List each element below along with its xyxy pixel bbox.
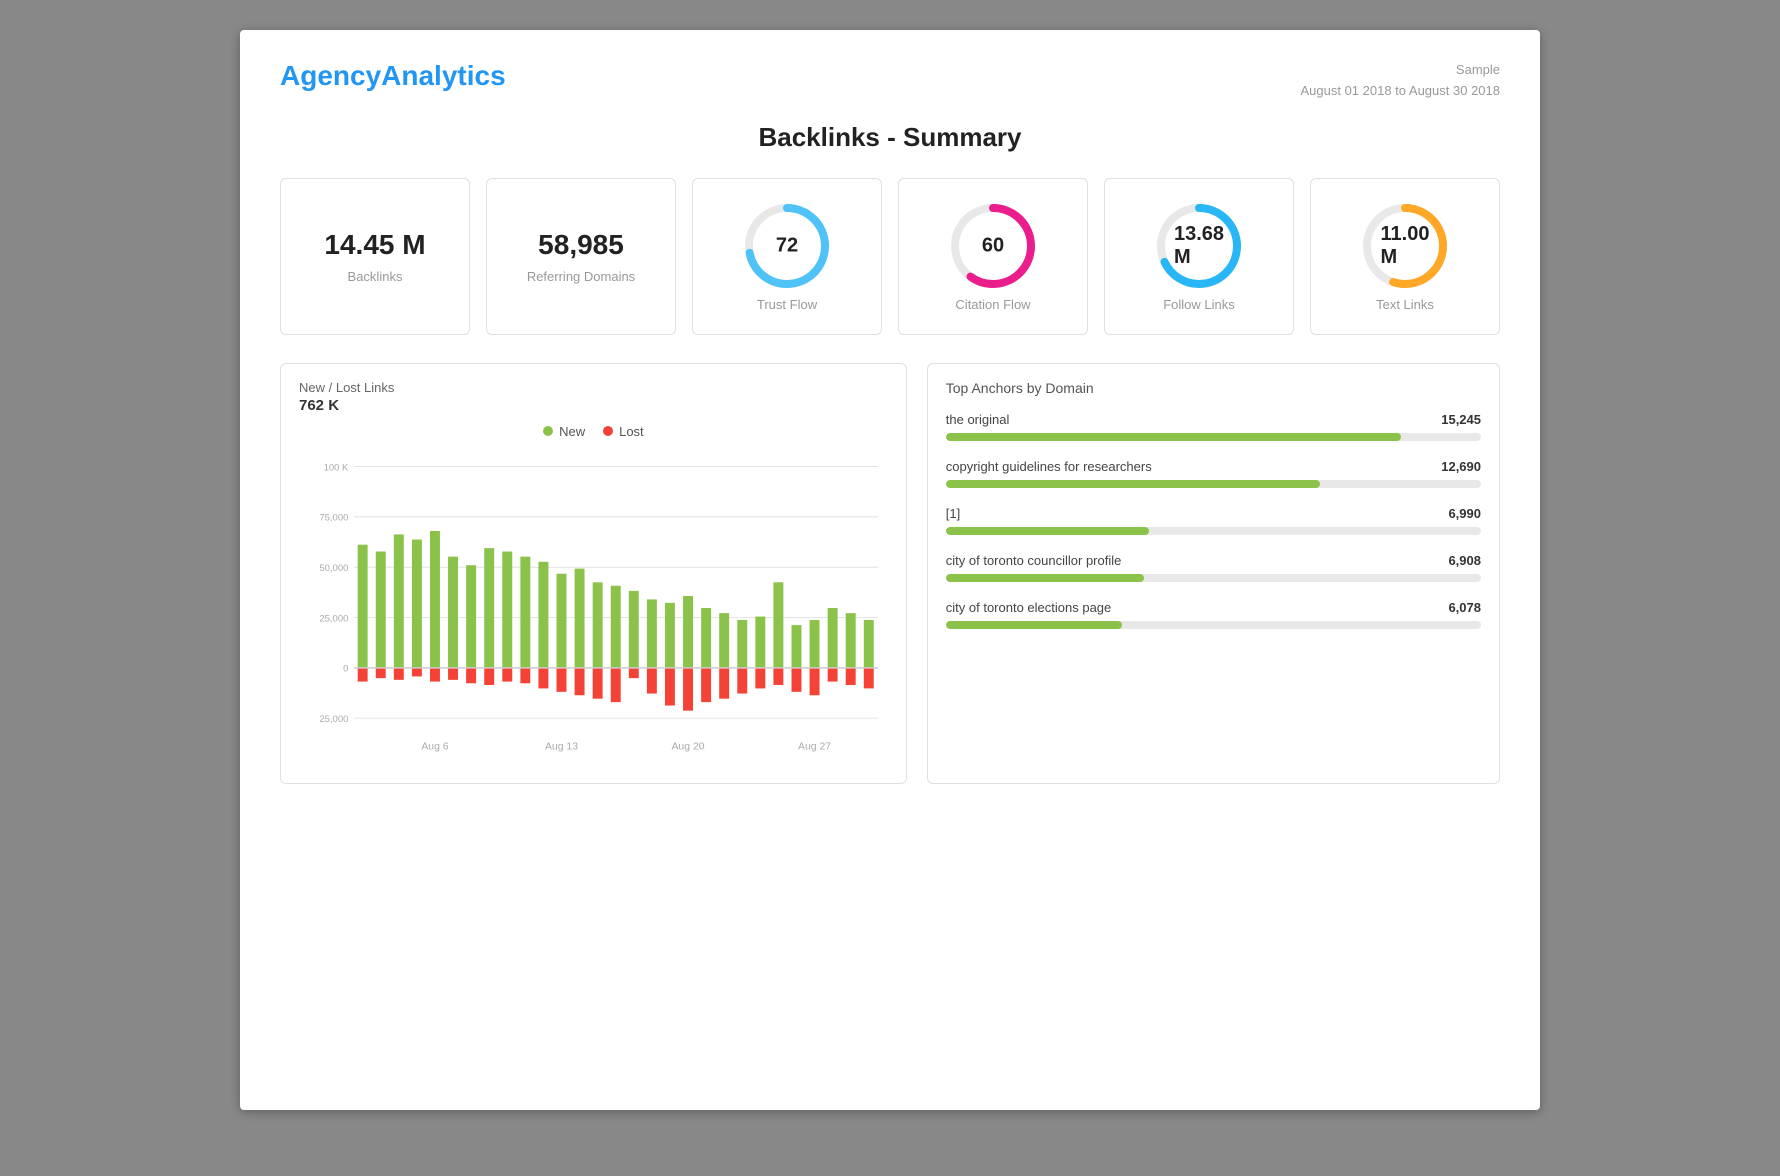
anchor-count: 15,245	[1441, 412, 1481, 427]
kpi-label: Citation Flow	[955, 297, 1030, 312]
kpi-label: Text Links	[1376, 297, 1434, 312]
anchor-row: city of toronto elections page 6,078	[946, 600, 1481, 629]
anchors-list: the original 15,245 copyright guidelines…	[946, 412, 1481, 629]
anchor-header: copyright guidelines for researchers 12,…	[946, 459, 1481, 474]
svg-text:100 K: 100 K	[324, 462, 349, 473]
bar-fill	[946, 480, 1321, 488]
anchor-row: copyright guidelines for researchers 12,…	[946, 459, 1481, 488]
anchor-name: copyright guidelines for researchers	[946, 459, 1152, 474]
donut-value: 11.00 M	[1381, 223, 1430, 269]
svg-text:Aug 27: Aug 27	[798, 741, 831, 752]
kpi-label: Follow Links	[1163, 297, 1235, 312]
kpi-value: 58,985	[538, 229, 624, 261]
header-meta: Sample August 01 2018 to August 30 2018	[1300, 60, 1500, 102]
kpi-label: Backlinks	[348, 269, 403, 284]
meta-date: August 01 2018 to August 30 2018	[1300, 81, 1500, 102]
bar-track	[946, 621, 1481, 629]
bar-chart-svg: 100 K 75,000 50,000 25,000 0 25,000 Aug 6 Aug 1…	[299, 449, 888, 769]
donut-container: 11.00 M	[1360, 201, 1450, 291]
donut-container: 60	[948, 201, 1038, 291]
anchor-name: city of toronto councillor profile	[946, 553, 1122, 568]
anchors-title: Top Anchors by Domain	[946, 380, 1481, 396]
donut-container: 13.68 M	[1154, 201, 1244, 291]
chart-legend: New Lost	[299, 424, 888, 439]
svg-text:Aug 20: Aug 20	[671, 741, 704, 752]
anchor-header: city of toronto elections page 6,078	[946, 600, 1481, 615]
chart-area: 100 K 75,000 50,000 25,000 0 25,000 Aug 6 Aug 1…	[299, 449, 888, 769]
anchor-header: [1] 6,990	[946, 506, 1481, 521]
legend-label: New	[559, 424, 585, 439]
bar-track	[946, 433, 1481, 441]
anchor-name: [1]	[946, 506, 960, 521]
svg-text:75,000: 75,000	[319, 512, 348, 523]
meta-label: Sample	[1300, 60, 1500, 81]
main-row: New / Lost Links 762 K New Lost 100 K 75,…	[280, 363, 1500, 784]
legend-item: New	[543, 424, 585, 439]
anchor-row: city of toronto councillor profile 6,908	[946, 553, 1481, 582]
anchor-row: the original 15,245	[946, 412, 1481, 441]
legend-item: Lost	[603, 424, 644, 439]
svg-text:25,000: 25,000	[319, 613, 348, 624]
donut-value: 13.68 M	[1174, 223, 1224, 269]
page-container: AgencyAnalytics Sample August 01 2018 to…	[240, 30, 1540, 1110]
donut-value: 72	[776, 234, 798, 257]
kpi-card-text-links: 11.00 M Text Links	[1310, 178, 1500, 335]
anchor-name: city of toronto elections page	[946, 600, 1112, 615]
chart-title: New / Lost Links	[299, 380, 888, 395]
donut-value: 60	[982, 234, 1004, 257]
bar-track	[946, 480, 1481, 488]
svg-text:Aug 6: Aug 6	[421, 741, 448, 752]
logo-suffix: Analytics	[381, 60, 506, 91]
anchor-header: the original 15,245	[946, 412, 1481, 427]
anchor-count: 6,078	[1448, 600, 1481, 615]
kpi-row: 14.45 M Backlinks 58,985 Referring Domai…	[280, 178, 1500, 335]
legend-dot	[603, 426, 613, 436]
anchor-row: [1] 6,990	[946, 506, 1481, 535]
bar-track	[946, 527, 1481, 535]
bar-fill	[946, 433, 1401, 441]
kpi-card-backlinks: 14.45 M Backlinks	[280, 178, 470, 335]
anchor-header: city of toronto councillor profile 6,908	[946, 553, 1481, 568]
chart-panel: New / Lost Links 762 K New Lost 100 K 75,…	[280, 363, 907, 784]
svg-text:Aug 13: Aug 13	[545, 741, 578, 752]
legend-dot	[543, 426, 553, 436]
anchor-count: 6,990	[1448, 506, 1481, 521]
donut-container: 72	[742, 201, 832, 291]
page-title: Backlinks - Summary	[280, 122, 1500, 153]
svg-text:25,000: 25,000	[319, 714, 348, 725]
bar-fill	[946, 574, 1144, 582]
header: AgencyAnalytics Sample August 01 2018 to…	[280, 60, 1500, 102]
anchors-panel: Top Anchors by Domain the original 15,24…	[927, 363, 1500, 784]
kpi-card-citation-flow: 60 Citation Flow	[898, 178, 1088, 335]
logo: AgencyAnalytics	[280, 60, 506, 92]
legend-label: Lost	[619, 424, 644, 439]
chart-value: 762 K	[299, 397, 888, 414]
kpi-card-referring-domains: 58,985 Referring Domains	[486, 178, 676, 335]
bar-fill	[946, 527, 1149, 535]
bar-fill	[946, 621, 1123, 629]
anchor-name: the original	[946, 412, 1010, 427]
anchor-count: 6,908	[1448, 553, 1481, 568]
kpi-label: Referring Domains	[527, 269, 635, 284]
svg-text:0: 0	[343, 663, 348, 674]
kpi-label: Trust Flow	[757, 297, 817, 312]
anchor-count: 12,690	[1441, 459, 1481, 474]
kpi-value: 14.45 M	[324, 229, 425, 261]
svg-text:50,000: 50,000	[319, 563, 348, 574]
logo-prefix: Agency	[280, 60, 381, 91]
kpi-card-follow-links: 13.68 M Follow Links	[1104, 178, 1294, 335]
bar-track	[946, 574, 1481, 582]
kpi-card-trust-flow: 72 Trust Flow	[692, 178, 882, 335]
